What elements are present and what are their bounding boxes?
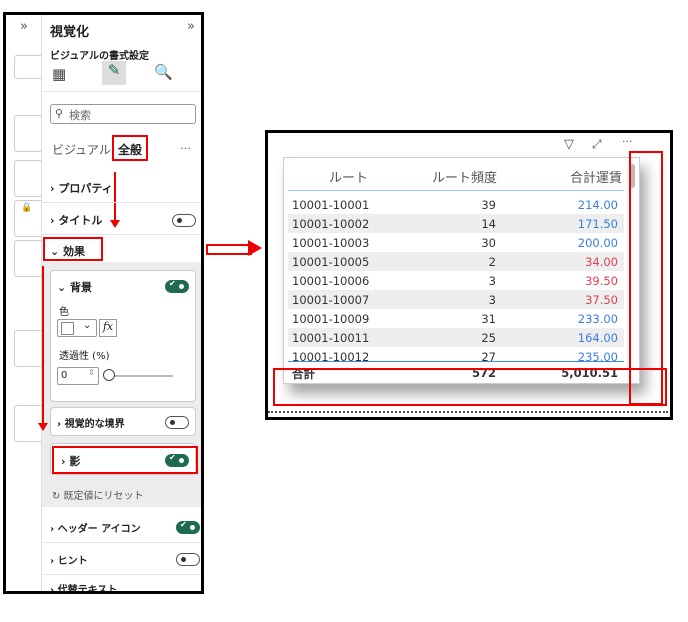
format-paint-icon[interactable]: ✎ (102, 61, 126, 85)
table-row[interactable]: 10001-10001 39 214.00 (288, 195, 624, 214)
table-row[interactable]: 10001-10005 2 34.00 (288, 252, 624, 271)
section-visual-border[interactable]: › 視覚的な境界 (57, 415, 125, 430)
section-background[interactable]: ⌄ 背景 (57, 279, 92, 295)
transparency-label: 透過性 (%) (59, 351, 110, 362)
visual-border-toggle[interactable] (165, 416, 189, 429)
route-cell: 10001-10011 (292, 331, 370, 345)
collapse-icon[interactable]: » (187, 19, 195, 34)
frequency-cell: 3 (488, 274, 496, 288)
visual-border-card: › 視覚的な境界 (50, 407, 196, 436)
more-options-button[interactable]: … (180, 139, 191, 152)
arrow-icon (206, 244, 252, 255)
background-card: ⌄ 背景 色 ⌄ fx 透過性 (%) 0⇕ (50, 270, 196, 402)
column-header[interactable]: ルート (329, 167, 368, 186)
fare-cell: 164.00 (577, 331, 618, 345)
pane-title: 視覚化 (50, 25, 90, 40)
table-row[interactable]: 10001-10002 14 171.50 (288, 214, 624, 233)
search-icon: ⚲ (55, 107, 64, 120)
route-cell: 10001-10009 (292, 312, 370, 326)
more-options-icon[interactable]: ··· (622, 135, 633, 148)
table-row[interactable]: 10001-10007 3 37.50 (288, 290, 624, 309)
transparency-slider[interactable] (109, 375, 173, 377)
table-visual-screenshot: ▽ ⤢ ··· ルート ルート頻度 合計運賃 10001-10001 39 214.… (265, 130, 673, 420)
fx-button[interactable]: fx (99, 319, 117, 337)
analytics-icon[interactable]: 🔍 (154, 63, 173, 81)
table-row[interactable]: 10001-10011 25 164.00 (288, 328, 624, 347)
table-row[interactable]: 10001-10009 31 233.00 (288, 309, 624, 328)
fare-cell: 233.00 (577, 312, 618, 326)
tooltips-toggle[interactable] (176, 553, 200, 566)
frequency-cell: 2 (488, 255, 496, 269)
search-input[interactable]: ⚲ 検索 (50, 104, 196, 124)
expand-icon[interactable]: » (20, 19, 28, 34)
frequency-cell: 31 (481, 312, 496, 326)
fare-cell: 34.00 (585, 255, 618, 269)
fare-cell: 200.00 (577, 236, 618, 250)
route-cell: 10001-10003 (292, 236, 370, 250)
color-label: 色 (59, 307, 69, 318)
route-cell: 10001-10001 (292, 198, 370, 212)
table-visual[interactable]: ルート ルート頻度 合計運賃 10001-10001 39 214.00 10001-… (283, 157, 640, 384)
route-cell: 10001-10002 (292, 217, 370, 231)
table-build-icon[interactable]: ▦ (52, 65, 66, 83)
format-pane-screenshot: » 🔒 視覚化 » ビジュアルの書式設定 ▦ ✎ 🔍 ⚲ 検索 ビジュアル 全般… (3, 12, 204, 594)
section-alt-text[interactable]: › 代替テキスト (50, 581, 117, 591)
fare-cell: 39.50 (585, 274, 618, 288)
frequency-cell: 14 (481, 217, 496, 231)
table-row[interactable]: 10001-10006 3 39.50 (288, 271, 624, 290)
title-toggle[interactable] (172, 214, 196, 227)
section-tooltips[interactable]: › ヒント (50, 552, 88, 567)
slider-thumb[interactable] (103, 369, 115, 381)
section-title[interactable]: › タイトル (50, 212, 102, 228)
fare-cell: 214.00 (577, 198, 618, 212)
column-header[interactable]: 合計運賃 (570, 167, 622, 186)
table-row[interactable]: 10001-10003 30 200.00 (288, 233, 624, 252)
search-placeholder: 検索 (69, 109, 91, 122)
section-header-icons[interactable]: › ヘッダー アイコン (50, 520, 141, 535)
background-toggle[interactable] (165, 279, 189, 293)
pane-subtitle: ビジュアルの書式設定 (50, 51, 149, 62)
transparency-input[interactable]: 0 ⇕ (57, 367, 99, 385)
frequency-cell: 39 (481, 198, 496, 212)
frequency-cell: 30 (481, 236, 496, 250)
column-header[interactable]: ルート頻度 (432, 167, 497, 186)
header-icons-toggle[interactable] (176, 520, 200, 534)
route-cell: 10001-10005 (292, 255, 370, 269)
tab-visual[interactable]: ビジュアル (52, 141, 111, 158)
frequency-cell: 25 (481, 331, 496, 345)
color-picker[interactable]: ⌄ (57, 319, 97, 337)
lock-icon: 🔒 (21, 203, 33, 213)
filter-icon[interactable]: ▽ (564, 137, 574, 152)
fare-cell: 37.50 (585, 293, 618, 307)
focus-mode-icon[interactable]: ⤢ (592, 137, 602, 152)
filters-strip: » 🔒 (6, 15, 42, 591)
format-pane: 視覚化 » ビジュアルの書式設定 ▦ ✎ 🔍 ⚲ 検索 ビジュアル 全般 … ›… (38, 15, 201, 591)
reset-button[interactable]: ↻ 既定値にリセット (52, 487, 144, 502)
fare-cell: 171.50 (577, 217, 618, 231)
route-cell: 10001-10006 (292, 274, 370, 288)
section-properties[interactable]: › プロパティ (50, 180, 113, 196)
route-cell: 10001-10007 (292, 293, 370, 307)
frequency-cell: 3 (488, 293, 496, 307)
